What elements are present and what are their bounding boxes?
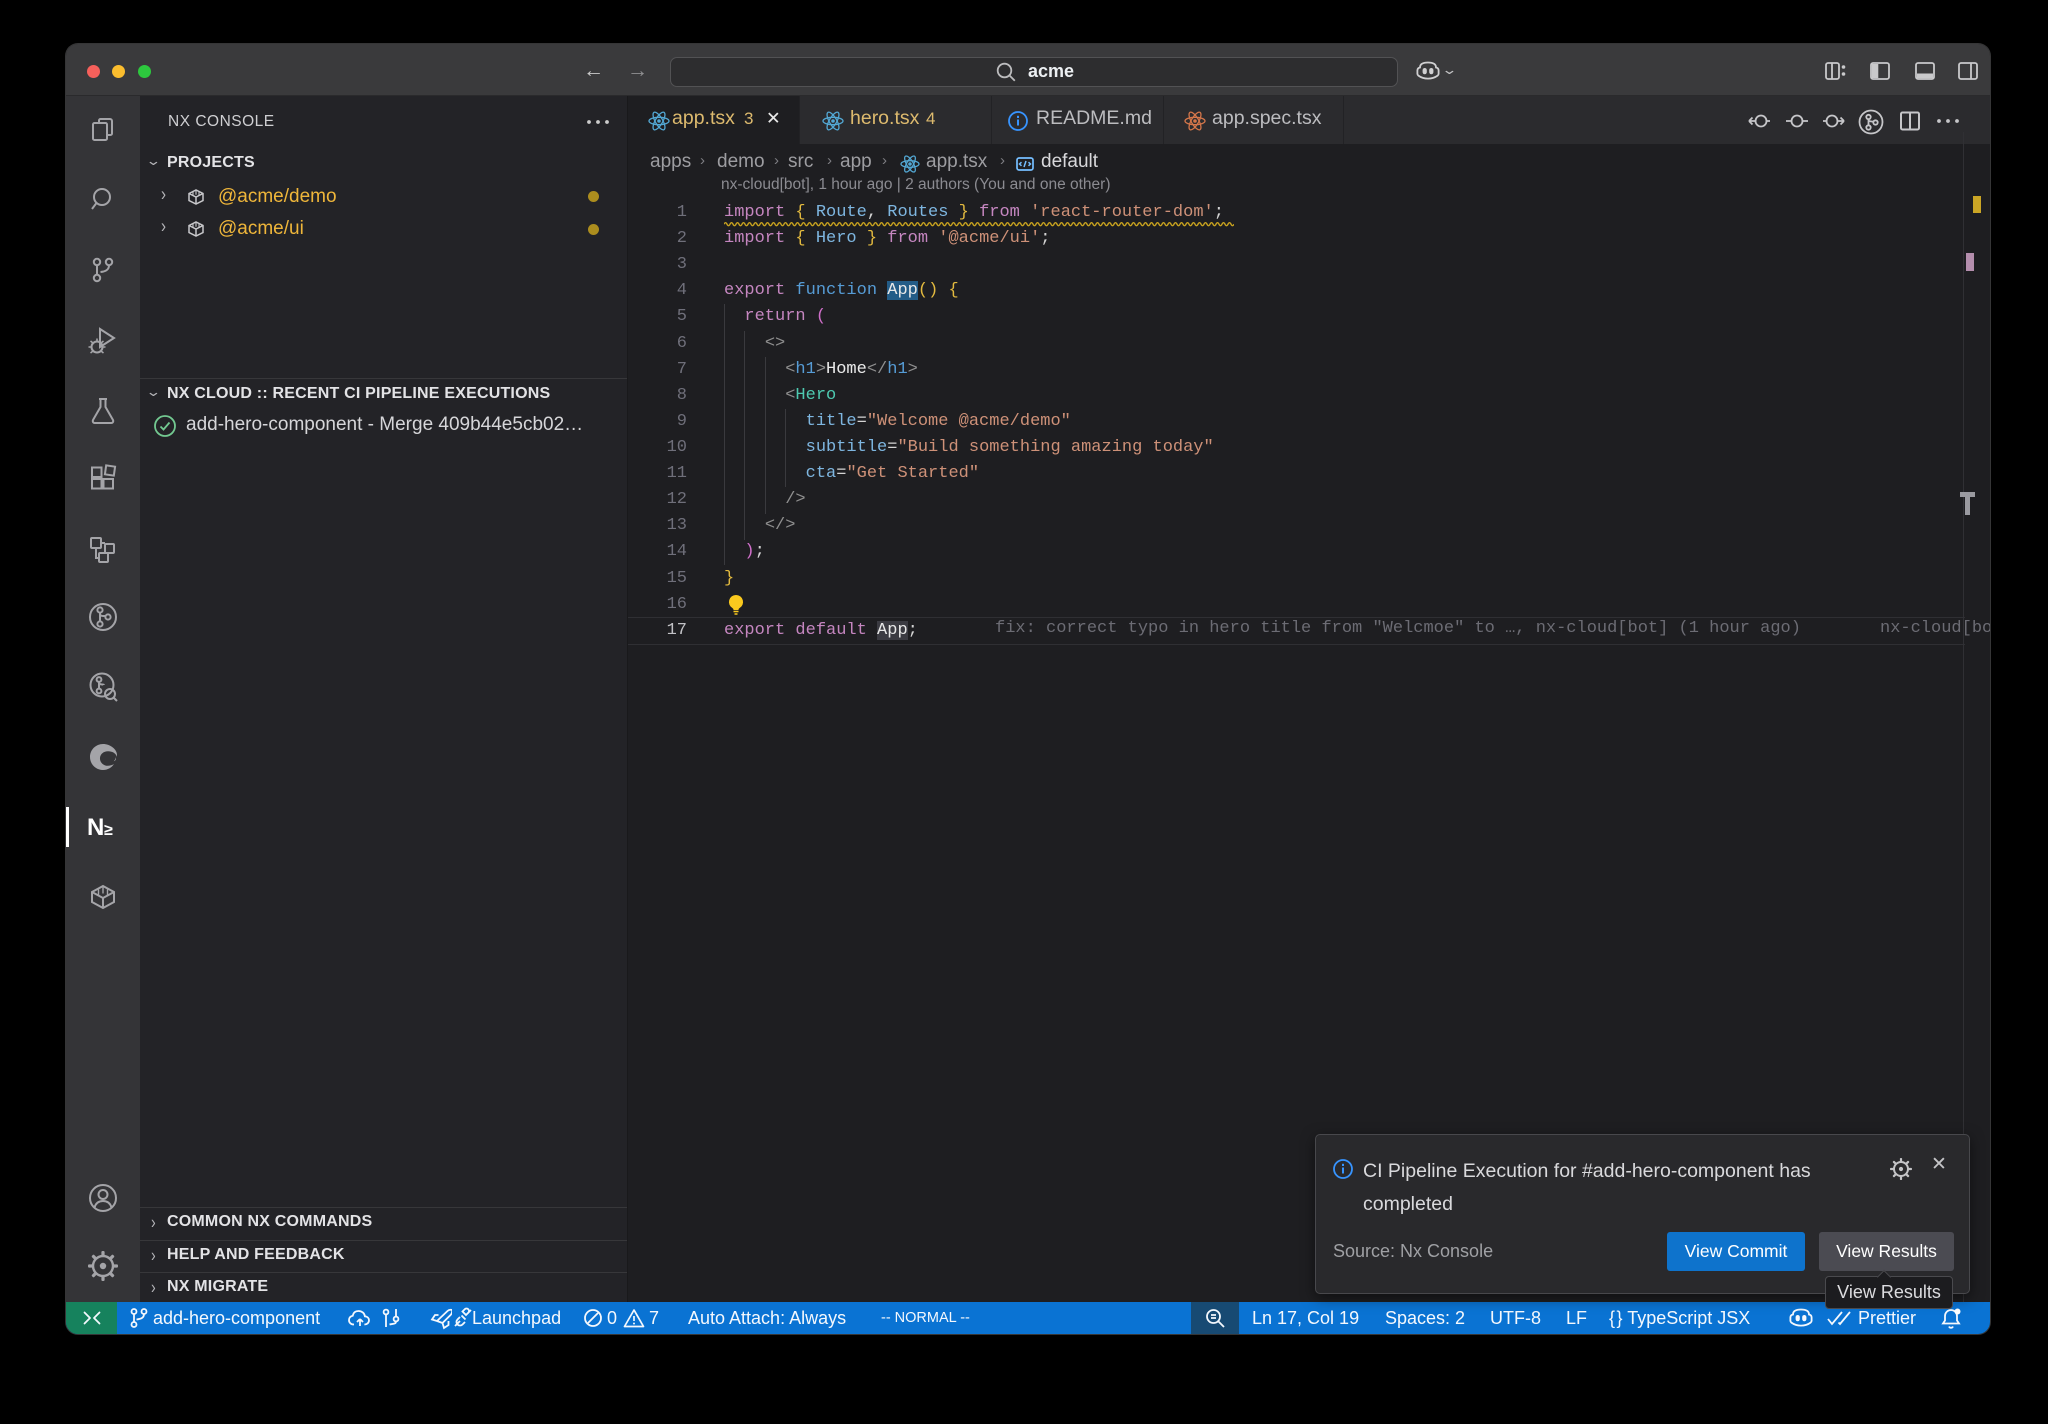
svg-text:N: N xyxy=(87,814,104,841)
svg-text:≥: ≥ xyxy=(104,822,113,839)
